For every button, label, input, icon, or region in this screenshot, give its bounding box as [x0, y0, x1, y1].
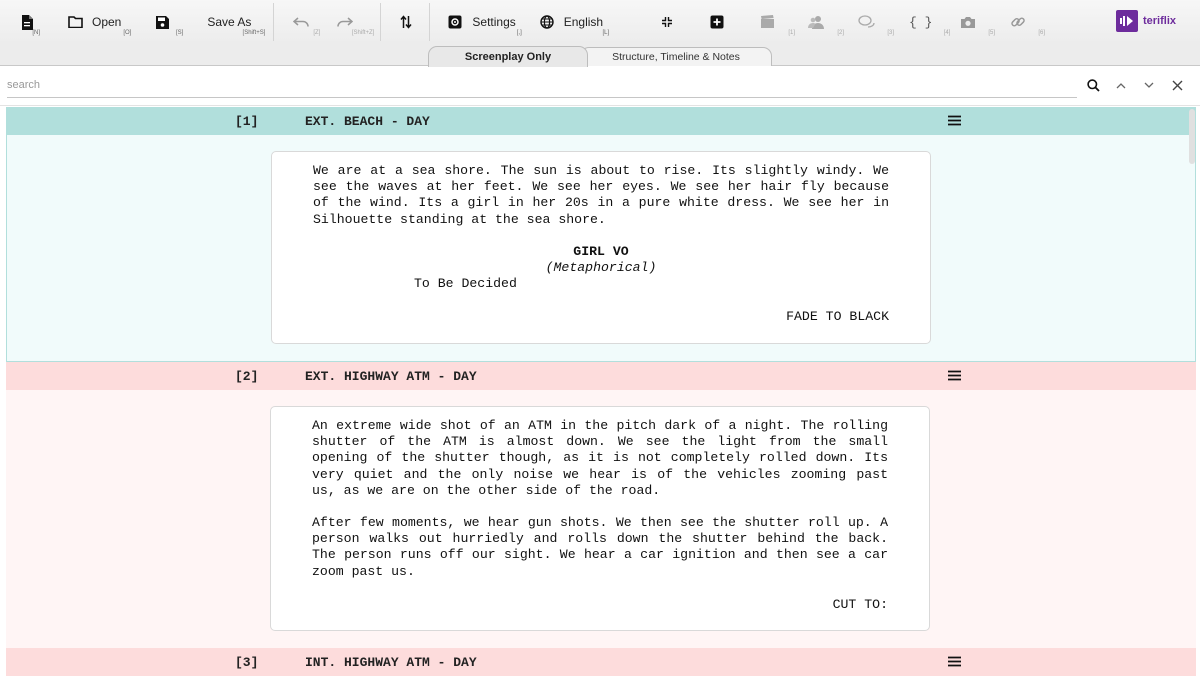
save-as-label: Save As — [207, 15, 252, 29]
slot-1-shortcut: [1] — [788, 30, 795, 36]
settings-button[interactable]: Settings [,] — [440, 0, 522, 44]
save-icon — [153, 13, 171, 31]
action-text[interactable]: After few moments, we hear gun shots. We… — [312, 515, 888, 580]
braces-icon: { } — [909, 14, 933, 30]
language-label: English — [563, 15, 604, 29]
teriflix-logo: teriflix — [1115, 10, 1176, 32]
hamburger-menu-icon[interactable] — [948, 115, 962, 127]
sort-button[interactable] — [391, 0, 421, 44]
undo-button[interactable]: [Z] — [286, 0, 320, 44]
hamburger-menu-icon[interactable] — [948, 656, 962, 668]
folder-icon — [66, 13, 84, 31]
slot-5-shortcut: [5] — [988, 30, 995, 36]
slot-4-shortcut: [4] — [943, 30, 951, 36]
toolbar-divider — [273, 3, 275, 41]
clapperboard-icon — [759, 13, 777, 31]
redo-button[interactable]: [Shift+Z] — [330, 0, 374, 44]
new-button[interactable]: [N] — [12, 0, 42, 44]
save-as-shortcut: [Shift+S] — [242, 30, 266, 36]
scene-list: [1] EXT. BEACH - DAY We are at a sea sho… — [6, 107, 1196, 682]
scene-number: [1] — [235, 114, 259, 129]
link-icon — [1009, 13, 1027, 31]
transition[interactable]: CUT TO: — [312, 597, 888, 613]
scene-card[interactable]: We are at a sea shore. The sun is about … — [271, 151, 931, 344]
scene-body: An extreme wide shot of an ATM in the pi… — [6, 390, 1196, 648]
slot-6-shortcut: [6] — [1038, 30, 1045, 36]
add-button[interactable] — [702, 0, 732, 44]
slot-3-button[interactable]: [3] — [852, 0, 894, 44]
scene-card[interactable]: An extreme wide shot of an ATM in the pi… — [270, 406, 930, 631]
slot-3-shortcut: [3] — [887, 30, 894, 36]
scene-number: [3] — [235, 655, 259, 670]
scene-header[interactable]: [2] EXT. HIGHWAY ATM - DAY — [6, 362, 1196, 390]
scene-1: [1] EXT. BEACH - DAY We are at a sea sho… — [6, 107, 1196, 362]
slot-5-button[interactable]: [5] — [953, 0, 995, 44]
search-input[interactable] — [7, 72, 1077, 98]
search-bar — [0, 66, 1200, 106]
undo-icon — [292, 13, 310, 31]
scene-2: [2] EXT. HIGHWAY ATM - DAY An extreme wi… — [6, 362, 1196, 648]
transition[interactable]: FADE TO BLACK — [313, 309, 889, 325]
search-previous-icon[interactable] — [1112, 76, 1130, 94]
scene-header[interactable]: [1] EXT. BEACH - DAY — [6, 107, 1196, 135]
tab-structure-timeline-notes[interactable]: Structure, Timeline & Notes — [580, 47, 772, 66]
settings-shortcut: [,] — [516, 30, 522, 36]
scrollbar-thumb[interactable] — [1189, 109, 1195, 164]
sort-arrows-icon — [397, 13, 415, 31]
slot-2-button[interactable]: [2] — [802, 0, 844, 44]
scene-body: We are at a sea shore. The sun is about … — [6, 135, 1196, 362]
toolbar: [N] Open [O] [S] Save As [Shift+S] [Z] [… — [0, 0, 1200, 44]
redo-icon — [336, 13, 354, 31]
language-shortcut: [L] — [602, 30, 610, 36]
scene-header[interactable]: [3] INT. HIGHWAY ATM - DAY — [6, 648, 1196, 676]
globe-icon — [538, 13, 556, 31]
hamburger-menu-icon[interactable] — [948, 370, 962, 382]
toolbar-divider — [380, 3, 382, 41]
undo-shortcut: [Z] — [313, 30, 321, 36]
save-shortcut: [S] — [176, 30, 184, 36]
scene-3: [3] INT. HIGHWAY ATM - DAY — [6, 648, 1196, 676]
gear-icon — [446, 13, 464, 31]
toolbar-divider — [429, 3, 431, 41]
language-button[interactable]: English [L] — [532, 0, 609, 44]
tab-screenplay-only[interactable]: Screenplay Only — [428, 46, 588, 67]
collapse-icon — [658, 13, 676, 31]
characters-icon — [808, 13, 826, 31]
add-box-icon — [708, 13, 726, 31]
slot-1-button[interactable]: [1] — [753, 0, 795, 44]
camera-icon — [959, 13, 977, 31]
scene-heading[interactable]: EXT. HIGHWAY ATM - DAY — [305, 369, 477, 384]
redo-shortcut: [Shift+Z] — [351, 30, 375, 36]
scene-heading[interactable]: INT. HIGHWAY ATM - DAY — [305, 655, 477, 670]
open-button[interactable]: Open [O] — [60, 0, 131, 44]
close-icon[interactable] — [1168, 76, 1186, 94]
settings-label: Settings — [472, 15, 516, 29]
parenthetical[interactable]: (Metaphorical) — [313, 260, 889, 276]
speech-bubbles-icon — [858, 13, 876, 31]
dialogue[interactable]: To Be Decided — [313, 276, 889, 292]
scene-number: [2] — [235, 369, 259, 384]
character-name[interactable]: GIRL VO — [313, 244, 889, 260]
logo-text: teriflix — [1142, 15, 1176, 27]
save-button[interactable]: [S] — [147, 0, 183, 44]
open-shortcut: [O] — [123, 30, 132, 36]
slot-6-button[interactable]: [6] — [1003, 0, 1045, 44]
new-shortcut: [N] — [32, 30, 40, 36]
search-icon[interactable] — [1084, 76, 1102, 94]
slot-4-button[interactable]: { } [4] — [903, 0, 950, 44]
action-text[interactable]: An extreme wide shot of an ATM in the pi… — [312, 418, 888, 499]
view-tabs: Structure, Timeline & Notes Screenplay O… — [0, 44, 1200, 67]
logo-mark-icon — [1115, 10, 1138, 32]
scene-heading[interactable]: EXT. BEACH - DAY — [305, 114, 430, 129]
open-label: Open — [92, 15, 122, 29]
slot-2-shortcut: [2] — [837, 30, 844, 36]
action-text[interactable]: We are at a sea shore. The sun is about … — [313, 163, 889, 228]
search-next-icon[interactable] — [1140, 76, 1158, 94]
collapse-button[interactable] — [652, 0, 682, 44]
save-as-button[interactable]: Save As [Shift+S] — [201, 0, 265, 44]
new-document-icon — [18, 13, 36, 31]
